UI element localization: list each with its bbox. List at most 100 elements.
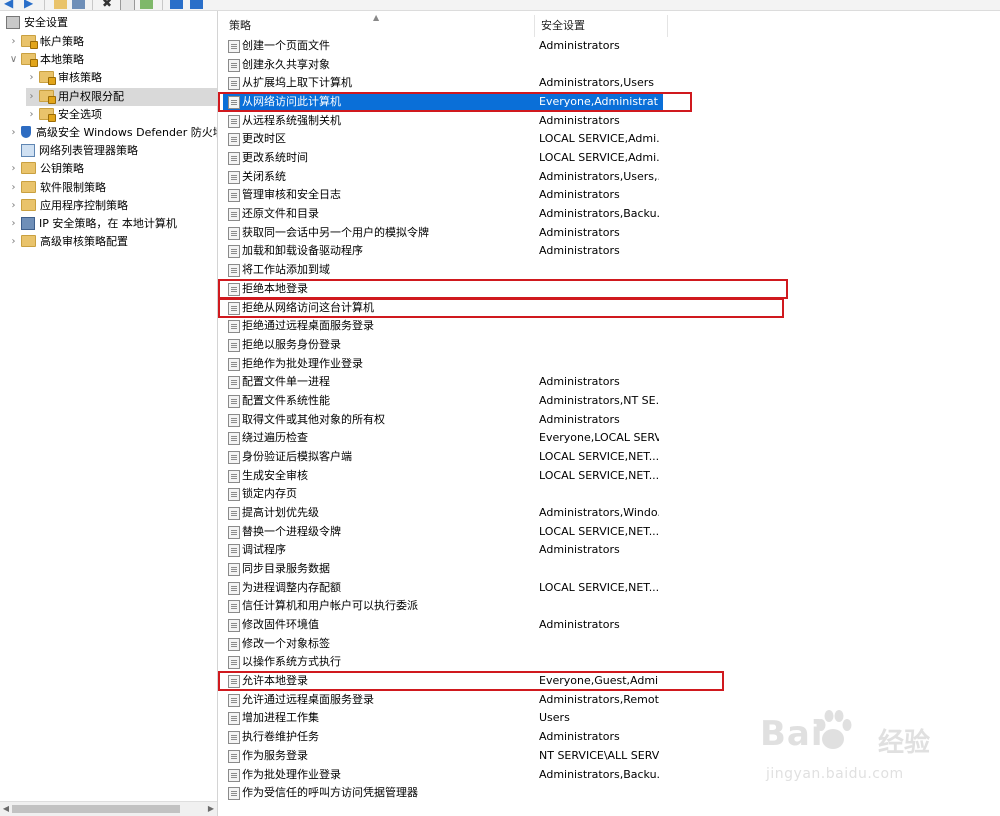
expanded-chevron-icon[interactable]: ∨	[8, 51, 19, 69]
tree-item[interactable]: › IP 安全策略，在 本地计算机	[8, 215, 177, 233]
policy-document-icon	[228, 77, 240, 91]
policy-name: 从网络访问此计算机	[242, 95, 341, 109]
tree-item-label: 审核策略	[58, 71, 102, 85]
tree-item[interactable]: ∨ 本地策略	[8, 51, 84, 69]
policy-row[interactable]: 更改时区 LOCAL SERVICE,Admi...	[223, 130, 1000, 148]
tree-root-label: 安全设置	[24, 16, 68, 29]
tree-item[interactable]: › 审核策略	[26, 69, 102, 87]
policy-row[interactable]: 拒绝作为批处理作业登录	[223, 355, 1000, 373]
tree-item[interactable]: › 应用程序控制策略	[8, 197, 128, 215]
tree-item[interactable]: › 高级审核策略配置	[8, 233, 128, 251]
scroll-right-icon[interactable]: ▶	[205, 802, 217, 816]
help-icon[interactable]	[170, 0, 183, 9]
tree-item-label: 公钥策略	[40, 162, 84, 176]
security-setting-value: NT SERVICE\ALL SERV...	[539, 748, 659, 762]
show-hide-tree-icon[interactable]	[72, 0, 85, 9]
toolbar: ◀ ▶ ✖	[0, 0, 1000, 11]
policy-row[interactable]: 从远程系统强制关机 Administrators	[223, 112, 1000, 130]
scrollbar-thumb[interactable]	[12, 805, 180, 813]
policy-row[interactable]: 关闭系统 Administrators,Users,...	[223, 168, 1000, 186]
policy-row[interactable]: 拒绝本地登录	[223, 280, 1000, 298]
policy-row[interactable]: 加载和卸载设备驱动程序 Administrators	[223, 242, 1000, 260]
policy-name: 将工作站添加到域	[242, 263, 330, 277]
policy-row[interactable]: 锁定内存页	[223, 485, 1000, 503]
security-setting-value: LOCAL SERVICE,NET...	[539, 580, 659, 594]
up-folder-icon[interactable]	[54, 0, 67, 9]
policy-row[interactable]: 更改系统时间 LOCAL SERVICE,Admi...	[223, 149, 1000, 167]
collapsed-chevron-icon[interactable]: ›	[26, 106, 37, 124]
column-header-setting-label: 安全设置	[541, 19, 585, 32]
policy-document-icon	[228, 133, 240, 147]
policy-row[interactable]: 提高计划优先级 Administrators,Windo...	[223, 504, 1000, 522]
policy-document-icon	[228, 264, 240, 278]
tree-item-label: 高级审核策略配置	[40, 235, 128, 249]
delete-icon[interactable]: ✖	[102, 0, 115, 9]
tree-item[interactable]: › 安全选项	[26, 106, 102, 124]
policy-row[interactable]: 同步目录服务数据	[223, 560, 1000, 578]
policy-name: 修改固件环境值	[242, 618, 319, 632]
policy-row[interactable]: 拒绝以服务身份登录	[223, 336, 1000, 354]
policy-row[interactable]: 获取同一会话中另一个用户的模拟令牌 Administrators	[223, 224, 1000, 242]
horizontal-scrollbar[interactable]: ◀ ▶	[0, 801, 217, 816]
policy-row[interactable]: 替换一个进程级令牌 LOCAL SERVICE,NET...	[223, 523, 1000, 541]
export-list-icon[interactable]	[140, 0, 153, 9]
policy-row[interactable]: 修改固件环境值 Administrators	[223, 616, 1000, 634]
column-header-setting[interactable]: 安全设置	[535, 11, 667, 37]
policy-row[interactable]: 拒绝从网络访问这台计算机	[223, 299, 1000, 317]
tree-root[interactable]: 安全设置	[4, 14, 68, 32]
policy-row[interactable]: 绕过遍历检查 Everyone,LOCAL SERV...	[223, 429, 1000, 447]
security-setting-value: Administrators,Remot...	[539, 692, 659, 706]
policy-row[interactable]: 生成安全审核 LOCAL SERVICE,NET...	[223, 467, 1000, 485]
policy-row[interactable]: 取得文件或其他对象的所有权 Administrators	[223, 411, 1000, 429]
policy-row[interactable]: 配置文件单一进程 Administrators	[223, 373, 1000, 391]
policy-row[interactable]: 调试程序 Administrators	[223, 541, 1000, 559]
policy-row[interactable]: 修改一个对象标签	[223, 635, 1000, 653]
policy-row[interactable]: 配置文件系统性能 Administrators,NT SE...	[223, 392, 1000, 410]
security-setting-value: Administrators	[539, 188, 620, 202]
policy-row[interactable]: 以操作系统方式执行	[223, 653, 1000, 671]
tree-item-label: 软件限制策略	[40, 180, 106, 194]
policy-row[interactable]: 允许本地登录 Everyone,Guest,Admin...	[223, 672, 1000, 690]
tree-item[interactable]: › 帐户策略	[8, 33, 84, 51]
back-icon[interactable]: ◀	[4, 0, 17, 9]
collapsed-chevron-icon[interactable]: ›	[26, 69, 37, 87]
policy-document-icon	[228, 563, 240, 577]
collapsed-chevron-icon[interactable]: ›	[26, 88, 37, 106]
forward-icon[interactable]: ▶	[24, 0, 37, 9]
policy-document-icon	[228, 469, 240, 483]
help-topics-icon[interactable]	[190, 0, 203, 9]
collapsed-chevron-icon[interactable]: ›	[8, 215, 19, 233]
collapsed-chevron-icon[interactable]: ›	[8, 33, 19, 51]
scroll-left-icon[interactable]: ◀	[0, 802, 12, 816]
collapsed-chevron-icon[interactable]: ›	[8, 124, 19, 142]
policy-row[interactable]: 管理审核和安全日志 Administrators	[223, 186, 1000, 204]
policy-row[interactable]: 从网络访问此计算机 Everyone,Administrat...	[223, 93, 663, 112]
tree-item[interactable]: 网络列表管理器策略	[8, 142, 138, 160]
tree-item[interactable]: › 公钥策略	[8, 160, 84, 178]
security-setting-value: Administrators,Windo...	[539, 506, 659, 519]
policy-row[interactable]: 信任计算机和用户帐户可以执行委派	[223, 597, 1000, 615]
policy-row[interactable]: 将工作站添加到域	[223, 261, 1000, 279]
collapsed-chevron-icon[interactable]: ›	[8, 197, 19, 215]
policy-row[interactable]: 创建永久共享对象	[223, 56, 1000, 74]
policy-document-icon	[228, 40, 240, 53]
collapsed-chevron-icon[interactable]: ›	[8, 179, 19, 197]
collapsed-chevron-icon[interactable]: ›	[8, 233, 19, 251]
tree-item[interactable]: › 高级安全 Windows Defender 防火墙	[8, 124, 217, 142]
policy-row[interactable]: 身份验证后模拟客户端 LOCAL SERVICE,NET...	[223, 448, 1000, 466]
tree-item[interactable]: › 用户权限分配	[26, 87, 217, 106]
security-setting-value: LOCAL SERVICE,NET...	[539, 524, 659, 538]
policy-name: 配置文件系统性能	[242, 393, 330, 407]
collapsed-chevron-icon[interactable]: ›	[8, 160, 19, 178]
policy-row[interactable]: 为进程调整内存配额 LOCAL SERVICE,NET...	[223, 579, 1000, 597]
tree-item[interactable]: › 软件限制策略	[8, 179, 106, 197]
policy-row[interactable]: 拒绝通过远程桌面服务登录	[223, 317, 1000, 335]
security-settings-icon	[6, 15, 20, 29]
policy-row[interactable]: 还原文件和目录 Administrators,Backu...	[223, 205, 1000, 223]
policy-row[interactable]: 从扩展坞上取下计算机 Administrators,Users	[223, 74, 1000, 92]
policy-name: 作为批处理作业登录	[242, 767, 341, 781]
properties-icon[interactable]	[120, 0, 135, 10]
policy-row[interactable]: 创建一个页面文件 Administrators	[223, 37, 1000, 55]
column-divider[interactable]	[667, 15, 668, 37]
security-setting-value: Administrators	[539, 730, 620, 744]
